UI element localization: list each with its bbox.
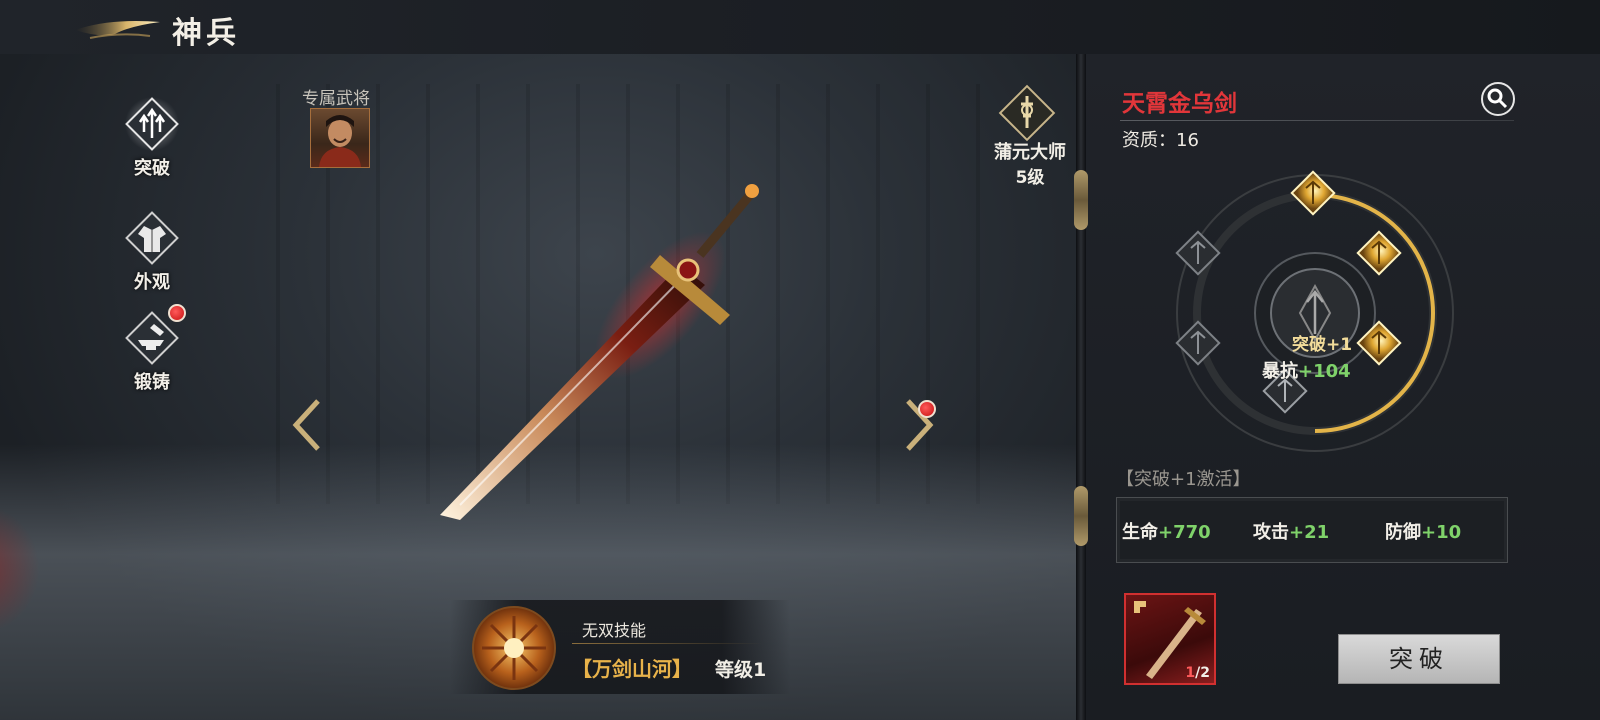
material-count: 1/2 (1185, 665, 1210, 681)
magnifier-icon (1487, 88, 1508, 109)
stat-hp: 生命+770 (1122, 518, 1211, 544)
skill-icon[interactable] (472, 606, 556, 690)
anvil-icon (124, 304, 186, 366)
search-button[interactable] (1481, 82, 1515, 116)
material-slot[interactable]: 1/2 (1124, 593, 1216, 685)
stat-attack: 攻击+21 (1253, 518, 1329, 544)
weapon-name: 天霄金乌剑 (1122, 90, 1237, 117)
general-portrait-avatar[interactable] (310, 108, 370, 168)
panel-separator (1076, 54, 1086, 720)
stat-hp-label: 生命 (1122, 522, 1158, 543)
breakthrough-stat: 暴抗+104 (1262, 357, 1402, 383)
title-divider (1120, 120, 1514, 121)
stat-defense-label: 防御 (1385, 522, 1421, 543)
trident-up-icon (124, 96, 180, 152)
master-level: 5级 (1015, 168, 1045, 188)
skill-divider (572, 643, 762, 644)
forge-notification-dot (168, 304, 186, 322)
breakthrough-level: 突破+1 (1282, 330, 1362, 355)
separator-ornament-top (1074, 170, 1088, 230)
robe-icon (124, 210, 180, 266)
master-name: 蒲元大师 (994, 142, 1066, 163)
breakthrough-level-label: 突破 (1291, 335, 1326, 355)
back-brush-icon[interactable] (70, 8, 170, 46)
stat-attack-label: 攻击 (1253, 522, 1289, 543)
stat-defense-value: +10 (1421, 522, 1462, 543)
menu-item-appearance[interactable]: 外观 (112, 210, 192, 294)
menu-label-forge: 锻铸 (134, 372, 170, 393)
breakthrough-wheel (1175, 170, 1454, 452)
breakthrough-button[interactable]: 突破 (1338, 634, 1500, 684)
node-top[interactable] (1290, 170, 1336, 216)
red-emblem-decoration (0, 504, 40, 634)
stat-attack-value: +21 (1289, 522, 1330, 543)
menu-label-appearance: 外观 (134, 272, 170, 293)
menu-item-forge[interactable]: 锻铸 (112, 304, 192, 394)
weapon-sword-image (440, 184, 759, 520)
menu-item-breakthrough[interactable]: 突破 (112, 96, 192, 180)
master-badge-icon[interactable] (996, 82, 1058, 144)
breakthrough-stat-label: 暴抗 (1262, 361, 1298, 382)
material-have: 1 (1185, 665, 1196, 681)
node-left-lower[interactable] (1175, 320, 1221, 366)
menu-label-breakthrough: 突破 (134, 158, 170, 179)
node-left-upper[interactable] (1175, 230, 1221, 276)
next-weapon-notification-dot (918, 400, 936, 418)
activation-title: 【突破+1激活】 (1116, 469, 1251, 490)
breakthrough-stat-value: +104 (1298, 361, 1351, 382)
page-title: 神兵 (172, 16, 240, 51)
skill-level: 等级1 (715, 659, 767, 681)
material-need: /2 (1195, 665, 1210, 681)
node-right-upper[interactable] (1356, 230, 1402, 276)
breakthrough-level-value: +1 (1325, 335, 1353, 355)
top-header: 神兵 (0, 0, 1600, 55)
prev-weapon-arrow-icon[interactable] (288, 395, 328, 455)
exclusive-general-label: 专属武将 (302, 89, 370, 109)
aptitude-value: 资质：16 (1122, 130, 1199, 151)
skill-type-label: 无双技能 (582, 621, 647, 640)
stat-defense: 防御+10 (1385, 518, 1461, 544)
skill-name: 【万剑山河】 (572, 657, 692, 681)
stat-hp-value: +770 (1158, 522, 1211, 543)
separator-ornament-bottom (1074, 486, 1088, 546)
